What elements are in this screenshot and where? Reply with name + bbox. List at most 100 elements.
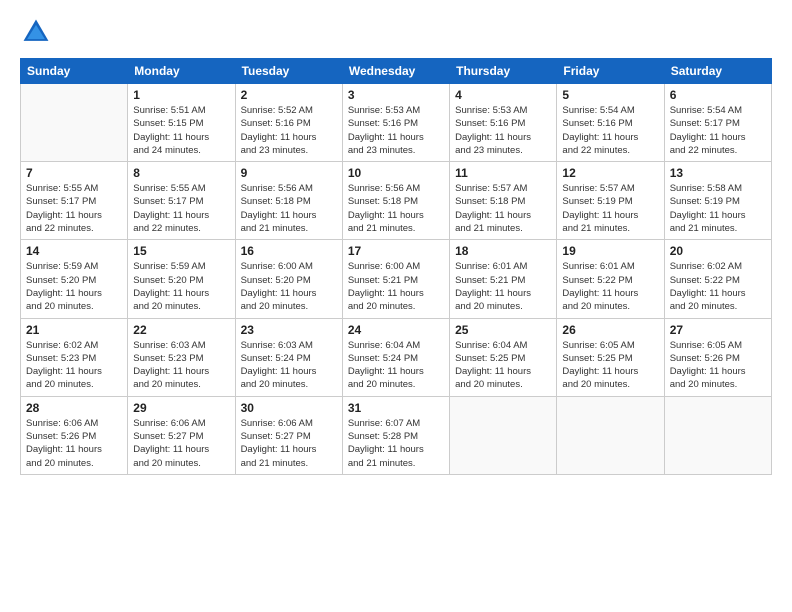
day-number: 7 bbox=[26, 166, 122, 180]
day-info: Sunrise: 5:55 AM Sunset: 5:17 PM Dayligh… bbox=[26, 182, 122, 235]
calendar-cell: 19 Sunrise: 6:01 AM Sunset: 5:22 PM Dayli… bbox=[557, 240, 664, 318]
calendar-cell: 9 Sunrise: 5:56 AM Sunset: 5:18 PM Daylig… bbox=[235, 162, 342, 240]
day-number: 19 bbox=[562, 244, 658, 258]
calendar-header-wednesday: Wednesday bbox=[342, 59, 449, 84]
day-info: Sunrise: 5:54 AM Sunset: 5:17 PM Dayligh… bbox=[670, 104, 766, 157]
day-number: 29 bbox=[133, 401, 229, 415]
calendar-cell: 30 Sunrise: 6:06 AM Sunset: 5:27 PM Dayli… bbox=[235, 396, 342, 474]
day-info: Sunrise: 5:53 AM Sunset: 5:16 PM Dayligh… bbox=[455, 104, 551, 157]
week-row-1: 1 Sunrise: 5:51 AM Sunset: 5:15 PM Daylig… bbox=[21, 84, 772, 162]
calendar-header-friday: Friday bbox=[557, 59, 664, 84]
day-info: Sunrise: 6:03 AM Sunset: 5:24 PM Dayligh… bbox=[241, 339, 337, 392]
calendar-header-monday: Monday bbox=[128, 59, 235, 84]
day-number: 3 bbox=[348, 88, 444, 102]
calendar-cell: 16 Sunrise: 6:00 AM Sunset: 5:20 PM Dayli… bbox=[235, 240, 342, 318]
day-info: Sunrise: 6:05 AM Sunset: 5:25 PM Dayligh… bbox=[562, 339, 658, 392]
day-info: Sunrise: 6:03 AM Sunset: 5:23 PM Dayligh… bbox=[133, 339, 229, 392]
calendar-cell bbox=[557, 396, 664, 474]
calendar-cell: 5 Sunrise: 5:54 AM Sunset: 5:16 PM Daylig… bbox=[557, 84, 664, 162]
week-row-5: 28 Sunrise: 6:06 AM Sunset: 5:26 PM Dayli… bbox=[21, 396, 772, 474]
day-number: 18 bbox=[455, 244, 551, 258]
day-info: Sunrise: 6:01 AM Sunset: 5:22 PM Dayligh… bbox=[562, 260, 658, 313]
day-number: 15 bbox=[133, 244, 229, 258]
day-number: 31 bbox=[348, 401, 444, 415]
day-info: Sunrise: 6:00 AM Sunset: 5:21 PM Dayligh… bbox=[348, 260, 444, 313]
day-info: Sunrise: 5:53 AM Sunset: 5:16 PM Dayligh… bbox=[348, 104, 444, 157]
calendar-cell: 18 Sunrise: 6:01 AM Sunset: 5:21 PM Dayli… bbox=[450, 240, 557, 318]
calendar-cell bbox=[21, 84, 128, 162]
day-number: 22 bbox=[133, 323, 229, 337]
day-number: 12 bbox=[562, 166, 658, 180]
day-number: 16 bbox=[241, 244, 337, 258]
day-info: Sunrise: 5:51 AM Sunset: 5:15 PM Dayligh… bbox=[133, 104, 229, 157]
day-number: 28 bbox=[26, 401, 122, 415]
day-number: 30 bbox=[241, 401, 337, 415]
calendar-cell: 17 Sunrise: 6:00 AM Sunset: 5:21 PM Dayli… bbox=[342, 240, 449, 318]
day-info: Sunrise: 6:01 AM Sunset: 5:21 PM Dayligh… bbox=[455, 260, 551, 313]
calendar-cell: 25 Sunrise: 6:04 AM Sunset: 5:25 PM Dayli… bbox=[450, 318, 557, 396]
logo-icon bbox=[20, 16, 52, 48]
calendar-cell: 29 Sunrise: 6:06 AM Sunset: 5:27 PM Dayli… bbox=[128, 396, 235, 474]
day-number: 25 bbox=[455, 323, 551, 337]
day-number: 13 bbox=[670, 166, 766, 180]
day-info: Sunrise: 5:55 AM Sunset: 5:17 PM Dayligh… bbox=[133, 182, 229, 235]
calendar-cell: 22 Sunrise: 6:03 AM Sunset: 5:23 PM Dayli… bbox=[128, 318, 235, 396]
day-info: Sunrise: 6:06 AM Sunset: 5:26 PM Dayligh… bbox=[26, 417, 122, 470]
calendar-cell: 31 Sunrise: 6:07 AM Sunset: 5:28 PM Dayli… bbox=[342, 396, 449, 474]
day-info: Sunrise: 5:57 AM Sunset: 5:18 PM Dayligh… bbox=[455, 182, 551, 235]
day-number: 5 bbox=[562, 88, 658, 102]
logo bbox=[20, 16, 56, 48]
calendar-cell: 21 Sunrise: 6:02 AM Sunset: 5:23 PM Dayli… bbox=[21, 318, 128, 396]
day-number: 9 bbox=[241, 166, 337, 180]
calendar-cell: 28 Sunrise: 6:06 AM Sunset: 5:26 PM Dayli… bbox=[21, 396, 128, 474]
calendar-cell: 8 Sunrise: 5:55 AM Sunset: 5:17 PM Daylig… bbox=[128, 162, 235, 240]
day-info: Sunrise: 5:56 AM Sunset: 5:18 PM Dayligh… bbox=[348, 182, 444, 235]
calendar-cell: 1 Sunrise: 5:51 AM Sunset: 5:15 PM Daylig… bbox=[128, 84, 235, 162]
week-row-2: 7 Sunrise: 5:55 AM Sunset: 5:17 PM Daylig… bbox=[21, 162, 772, 240]
day-number: 11 bbox=[455, 166, 551, 180]
day-info: Sunrise: 5:58 AM Sunset: 5:19 PM Dayligh… bbox=[670, 182, 766, 235]
calendar-header-saturday: Saturday bbox=[664, 59, 771, 84]
day-number: 24 bbox=[348, 323, 444, 337]
page: SundayMondayTuesdayWednesdayThursdayFrid… bbox=[0, 0, 792, 612]
day-number: 2 bbox=[241, 88, 337, 102]
day-info: Sunrise: 5:56 AM Sunset: 5:18 PM Dayligh… bbox=[241, 182, 337, 235]
calendar-header-row: SundayMondayTuesdayWednesdayThursdayFrid… bbox=[21, 59, 772, 84]
day-number: 17 bbox=[348, 244, 444, 258]
day-number: 4 bbox=[455, 88, 551, 102]
calendar-header-tuesday: Tuesday bbox=[235, 59, 342, 84]
day-number: 14 bbox=[26, 244, 122, 258]
day-number: 20 bbox=[670, 244, 766, 258]
calendar-cell: 13 Sunrise: 5:58 AM Sunset: 5:19 PM Dayli… bbox=[664, 162, 771, 240]
calendar-cell: 2Sunrise: 5:52 AM Sunset: 5:16 PM Daylig… bbox=[235, 84, 342, 162]
calendar-cell: 3 Sunrise: 5:53 AM Sunset: 5:16 PM Daylig… bbox=[342, 84, 449, 162]
day-info: Sunrise: 5:54 AM Sunset: 5:16 PM Dayligh… bbox=[562, 104, 658, 157]
calendar-cell: 4 Sunrise: 5:53 AM Sunset: 5:16 PM Daylig… bbox=[450, 84, 557, 162]
day-info: Sunrise: 6:04 AM Sunset: 5:24 PM Dayligh… bbox=[348, 339, 444, 392]
calendar-cell: 24 Sunrise: 6:04 AM Sunset: 5:24 PM Dayli… bbox=[342, 318, 449, 396]
day-number: 6 bbox=[670, 88, 766, 102]
day-info: Sunrise: 6:06 AM Sunset: 5:27 PM Dayligh… bbox=[241, 417, 337, 470]
day-info: Sunrise: 6:04 AM Sunset: 5:25 PM Dayligh… bbox=[455, 339, 551, 392]
calendar-table: SundayMondayTuesdayWednesdayThursdayFrid… bbox=[20, 58, 772, 475]
calendar-cell: 27Sunrise: 6:05 AM Sunset: 5:26 PM Dayli… bbox=[664, 318, 771, 396]
day-info: Sunrise: 6:07 AM Sunset: 5:28 PM Dayligh… bbox=[348, 417, 444, 470]
calendar-cell: 20Sunrise: 6:02 AM Sunset: 5:22 PM Dayli… bbox=[664, 240, 771, 318]
calendar-cell: 26Sunrise: 6:05 AM Sunset: 5:25 PM Dayli… bbox=[557, 318, 664, 396]
day-number: 1 bbox=[133, 88, 229, 102]
day-number: 21 bbox=[26, 323, 122, 337]
calendar-cell: 12Sunrise: 5:57 AM Sunset: 5:19 PM Dayli… bbox=[557, 162, 664, 240]
calendar-header-sunday: Sunday bbox=[21, 59, 128, 84]
day-info: Sunrise: 6:06 AM Sunset: 5:27 PM Dayligh… bbox=[133, 417, 229, 470]
day-info: Sunrise: 6:02 AM Sunset: 5:23 PM Dayligh… bbox=[26, 339, 122, 392]
calendar-cell bbox=[450, 396, 557, 474]
calendar-cell: 6 Sunrise: 5:54 AM Sunset: 5:17 PM Daylig… bbox=[664, 84, 771, 162]
day-info: Sunrise: 5:59 AM Sunset: 5:20 PM Dayligh… bbox=[26, 260, 122, 313]
calendar-cell: 23 Sunrise: 6:03 AM Sunset: 5:24 PM Dayli… bbox=[235, 318, 342, 396]
day-info: Sunrise: 6:00 AM Sunset: 5:20 PM Dayligh… bbox=[241, 260, 337, 313]
week-row-4: 21 Sunrise: 6:02 AM Sunset: 5:23 PM Dayli… bbox=[21, 318, 772, 396]
day-number: 8 bbox=[133, 166, 229, 180]
calendar-cell: 7 Sunrise: 5:55 AM Sunset: 5:17 PM Daylig… bbox=[21, 162, 128, 240]
day-number: 23 bbox=[241, 323, 337, 337]
calendar-cell bbox=[664, 396, 771, 474]
